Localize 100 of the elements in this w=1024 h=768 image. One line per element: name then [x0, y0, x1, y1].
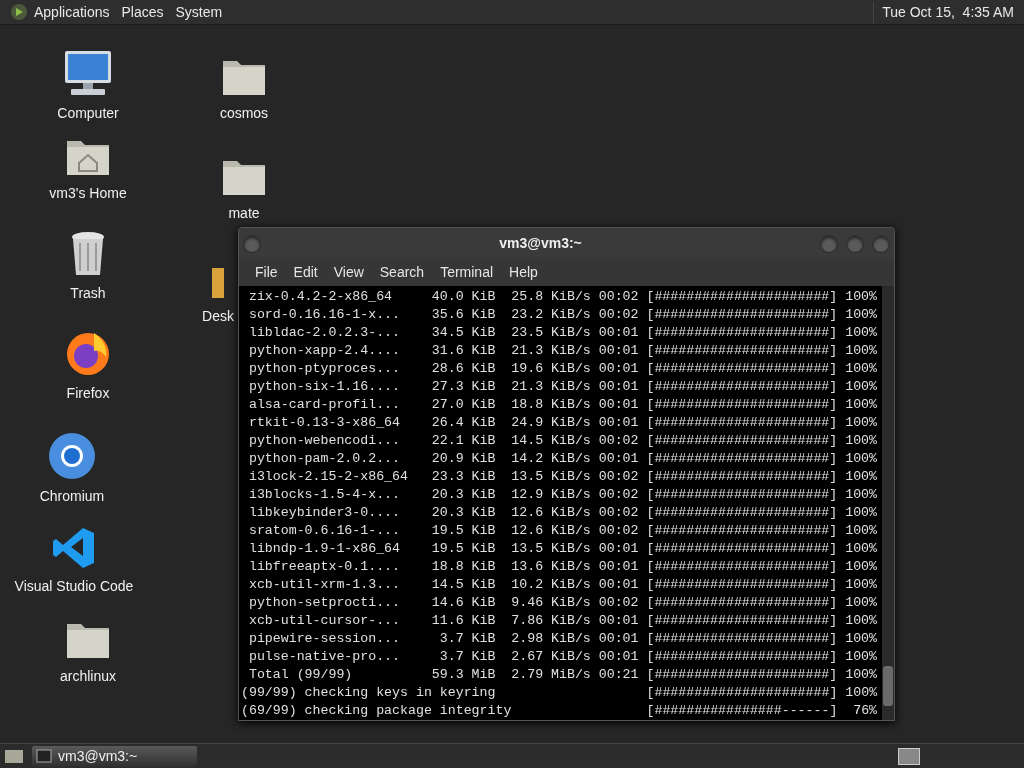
progress-text: [######################]	[646, 684, 838, 702]
menu-item[interactable]: Search	[373, 262, 431, 283]
package-name: python-webencodi...	[248, 432, 401, 450]
progress-text: [######################]	[646, 288, 838, 306]
elapsed-time: 00:01	[598, 630, 639, 648]
download-speed: 25.8 KiB/s	[511, 288, 591, 306]
download-size: 3.7 KiB	[438, 630, 496, 648]
download-size: 3.7 KiB	[438, 648, 496, 666]
progress-text: [######################]	[646, 432, 838, 450]
progress-text: [######################]	[646, 558, 838, 576]
download-speed: 13.5 KiB/s	[511, 540, 591, 558]
package-name: libkeybinder3-0....	[248, 504, 401, 522]
elapsed-time: 00:01	[598, 576, 639, 594]
download-speed: 2.67 KiB/s	[511, 648, 591, 666]
download-size: 26.4 KiB	[431, 414, 496, 432]
desktop-icon-label[interactable]: vm3's Home	[49, 183, 127, 204]
menu-item[interactable]: File	[249, 262, 284, 283]
desktop-icon-label[interactable]: mate	[228, 203, 260, 224]
elapsed-time: 00:01	[598, 540, 639, 558]
progress-text: [######################]	[646, 630, 838, 648]
progress-text: [######################]	[646, 666, 838, 684]
progress-text: [######################]	[646, 468, 838, 486]
maximize-button[interactable]	[846, 234, 864, 253]
elapsed-time: 00:01	[598, 360, 639, 378]
progress-percent: 100%	[845, 306, 877, 324]
panel-menu[interactable]: System	[175, 1, 223, 23]
desktop-icon-label[interactable]: Computer	[57, 103, 119, 124]
download-size: 34.5 KiB	[431, 324, 496, 342]
progress-percent: 100%	[845, 522, 877, 540]
progress-percent: 100%	[845, 432, 877, 450]
download-speed: 21.3 KiB/s	[511, 378, 591, 396]
progress-percent: 100%	[845, 540, 877, 558]
package-name: i3lock-2.15-2-x86_64	[248, 468, 409, 486]
menu-item[interactable]: Help	[503, 262, 544, 283]
progress-text: [######################]	[646, 378, 838, 396]
panel-menu[interactable]: Applications	[34, 1, 110, 23]
elapsed-time: 00:02	[598, 504, 639, 522]
progress-percent: 100%	[845, 504, 877, 522]
progress-percent: 100%	[845, 360, 877, 378]
minimize-button[interactable]	[820, 234, 838, 253]
elapsed-time: 00:01	[598, 414, 639, 432]
progress-percent: 100%	[845, 630, 877, 648]
download-size: 11.6 KiB	[431, 612, 496, 630]
download-speed: 21.3 KiB/s	[511, 342, 591, 360]
download-speed: 14.2 KiB/s	[511, 450, 591, 468]
elapsed-time: 00:02	[598, 306, 639, 324]
package-name: zix-0.4.2-2-x86_64	[248, 288, 394, 306]
desktop-icon-label[interactable]: Visual Studio Code	[14, 576, 134, 597]
elapsed-time: 00:01	[598, 648, 639, 666]
progress-text: [######################]	[646, 612, 838, 630]
clock[interactable]: Tue Oct 15, 4:35 AM	[873, 1, 1014, 23]
taskbar-button[interactable]: vm3@vm3:~	[32, 745, 197, 767]
download-speed: 13.6 KiB/s	[511, 558, 591, 576]
elapsed-time: 00:01	[598, 378, 639, 396]
package-name: alsa-card-profil...	[248, 396, 401, 414]
progress-text: [######################]	[646, 306, 838, 324]
desktop-icon-label[interactable]: Trash	[70, 283, 106, 304]
download-speed: 12.9 KiB/s	[511, 486, 591, 504]
package-name: python-ptyproces...	[248, 360, 401, 378]
desktop-icon-label[interactable]: Chromium	[39, 486, 105, 507]
progress-percent: 100%	[845, 378, 877, 396]
download-speed: 14.5 KiB/s	[511, 432, 591, 450]
download-speed: 13.5 KiB/s	[511, 468, 591, 486]
menu-item[interactable]: Edit	[287, 262, 324, 283]
menu-item[interactable]: View	[327, 262, 370, 283]
download-speed: 24.9 KiB/s	[511, 414, 591, 432]
package-name: python-pam-2.0.2...	[248, 450, 401, 468]
ring-logo-icon	[48, 432, 96, 480]
package-name: libldac-2.0.2.3-...	[248, 324, 401, 342]
download-speed: 10.2 KiB/s	[511, 576, 591, 594]
package-name: sord-0.16.16-1-x...	[248, 306, 401, 324]
show-desktop-icon[interactable]	[4, 748, 24, 764]
progress-text: [######################]	[646, 342, 838, 360]
download-size: 19.5 KiB	[431, 540, 496, 558]
status-message: (99/99) checking keys in keyring	[241, 684, 497, 702]
monitor-icon	[63, 49, 113, 97]
desktop-icon-label[interactable]: archlinux	[60, 666, 116, 687]
download-speed: 18.8 KiB/s	[511, 396, 591, 414]
download-size: 40.0 KiB	[431, 288, 496, 306]
menu-logo-icon[interactable]	[10, 3, 28, 21]
progress-text: [######################]	[646, 414, 838, 432]
desktop-icon-label[interactable]: Firefox	[66, 383, 110, 404]
window-menu-button[interactable]	[243, 234, 261, 253]
desktop-icon-label[interactable]: Desk	[202, 306, 234, 327]
workspace-switcher[interactable]	[898, 747, 920, 765]
desktop-icon-label[interactable]: cosmos	[219, 103, 269, 124]
panel-menu[interactable]: Places	[121, 1, 164, 23]
progress-text: [######################]	[646, 522, 838, 540]
menu-item[interactable]: Terminal	[434, 262, 500, 283]
close-button[interactable]	[872, 234, 890, 253]
progress-percent: 100%	[845, 324, 877, 342]
progress-text: [######################]	[646, 648, 838, 666]
download-size: 20.3 KiB	[431, 504, 496, 522]
scrollbar[interactable]	[882, 286, 894, 720]
progress-text: [######################]	[646, 450, 838, 468]
download-speed: 7.86 KiB/s	[511, 612, 591, 630]
elapsed-time: 00:01	[598, 558, 639, 576]
elapsed-time: 00:01	[598, 324, 639, 342]
progress-text: [######################]	[646, 396, 838, 414]
download-speed: 9.46 KiB/s	[511, 594, 591, 612]
